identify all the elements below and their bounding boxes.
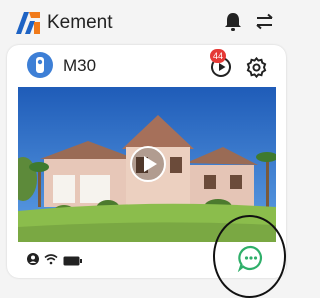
menu-icon[interactable] xyxy=(256,13,273,30)
wifi-icon xyxy=(44,252,58,265)
person-icon xyxy=(27,252,39,265)
notification-badge: 44 xyxy=(210,49,226,63)
battery-icon xyxy=(63,253,82,266)
brand-name: Kement xyxy=(47,12,113,33)
settings-icon[interactable] xyxy=(245,56,268,79)
play-icon xyxy=(130,146,166,182)
highlight-circle xyxy=(213,215,286,298)
camera-device-icon xyxy=(27,52,53,78)
play-button[interactable] xyxy=(129,145,167,183)
device-name: M30 xyxy=(63,56,97,75)
bell-icon[interactable] xyxy=(224,12,242,32)
kement-logo xyxy=(16,12,40,34)
